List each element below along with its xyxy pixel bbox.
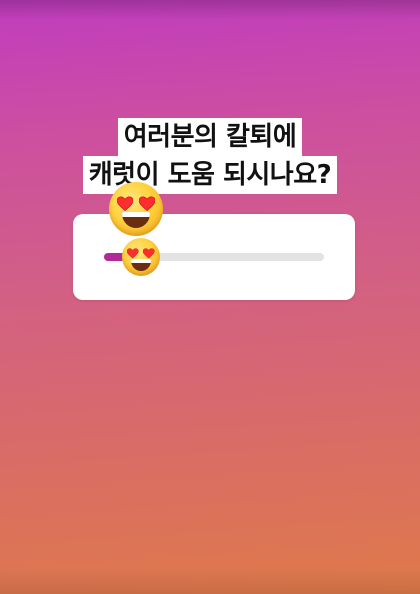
heart-eye-right-icon: [143, 248, 155, 259]
heart-eye-right-icon: [139, 196, 156, 212]
slider-thumb-heart-eyes-icon[interactable]: [122, 238, 160, 276]
heart-eye-left-icon: [116, 196, 133, 212]
teeth: [131, 259, 151, 263]
story-canvas: 여러분의 칼퇴에 캐럿이 도움 되시나요?: [0, 0, 420, 594]
bottom-shade: [0, 568, 420, 594]
top-shade: [0, 0, 420, 20]
heart-eyes-icon: [109, 182, 163, 236]
question-line-1: 여러분의 칼퇴에: [117, 118, 303, 156]
teeth: [121, 212, 151, 218]
smile-mouth: [131, 259, 151, 271]
question-text: 여러분의 칼퇴에 캐럿이 도움 되시나요?: [0, 118, 420, 194]
smile-mouth: [121, 212, 151, 229]
heart-eye-left-icon: [127, 248, 139, 259]
